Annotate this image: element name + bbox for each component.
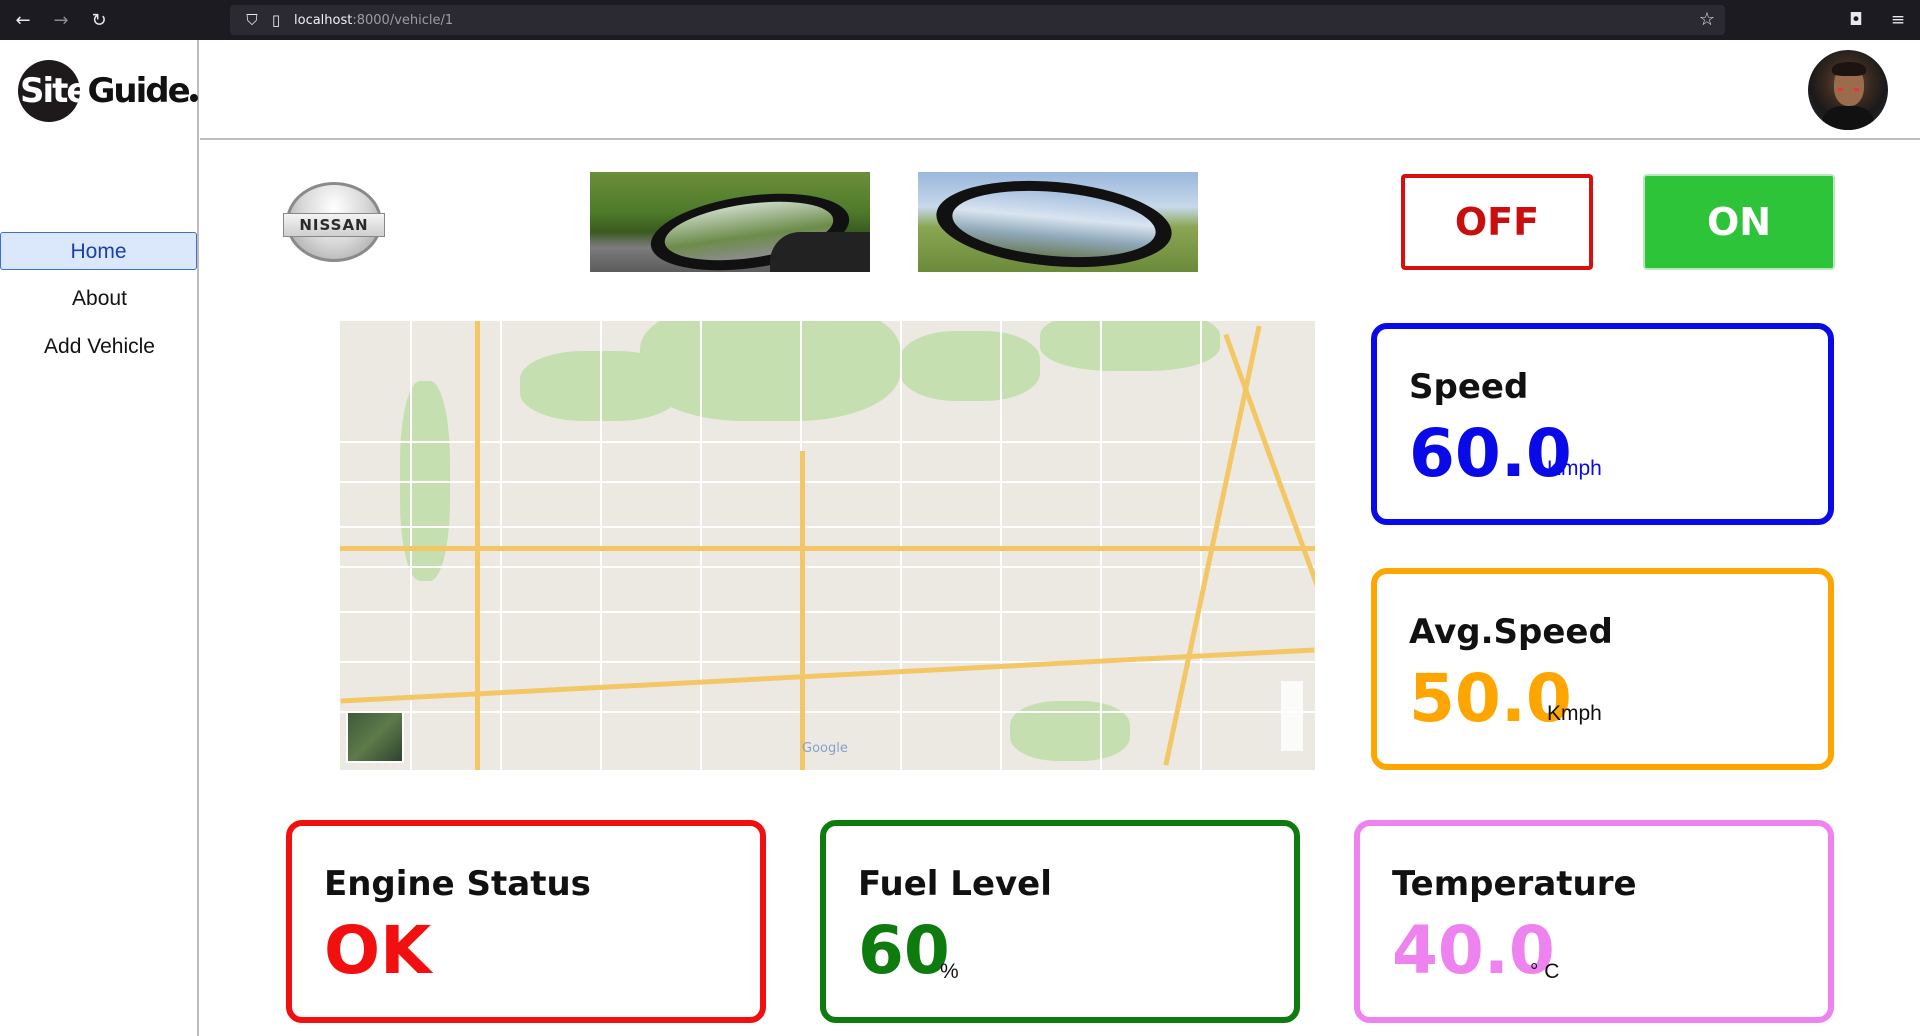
- engine-status-value: OK: [324, 912, 432, 989]
- pocket-icon[interactable]: ◘: [1844, 5, 1868, 35]
- fuel-level-unit: %: [940, 960, 959, 983]
- browser-toolbar: ← → ↻ ⛉ ▯ localhost:8000/vehicle/1 ☆ ◘ ≡: [0, 0, 1920, 40]
- right-mirror-camera-image: [918, 172, 1198, 272]
- sidebar-item-add-vehicle[interactable]: Add Vehicle: [0, 328, 199, 366]
- temperature-card: Temperature 40.0 ° C: [1354, 820, 1834, 1023]
- fuel-level-card: Fuel Level 60 %: [820, 820, 1300, 1023]
- sidebar-item-home[interactable]: Home: [0, 232, 197, 270]
- menu-icon[interactable]: ≡: [1886, 5, 1910, 35]
- reload-icon[interactable]: ↻: [84, 5, 114, 35]
- engine-status-title: Engine Status: [324, 864, 591, 904]
- map-attribution: Google: [802, 741, 848, 756]
- fuel-level-title: Fuel Level: [858, 864, 1052, 904]
- nissan-logo: NISSAN: [283, 182, 385, 262]
- avg-speed-title: Avg.Speed: [1409, 612, 1613, 652]
- page-icon[interactable]: ▯: [264, 11, 288, 29]
- top-header: [200, 40, 1920, 140]
- temperature-title: Temperature: [1392, 864, 1637, 904]
- logo-part1: Site: [20, 71, 89, 111]
- avg-speed-card: Avg.Speed 50.0 Kmph: [1371, 568, 1834, 770]
- temperature-unit: ° C: [1530, 960, 1560, 983]
- speed-title: Speed: [1409, 367, 1529, 407]
- back-icon[interactable]: ←: [8, 5, 38, 35]
- sidebar: SiteGuide Home About Add Vehicle: [0, 40, 199, 1036]
- user-avatar[interactable]: [1808, 50, 1888, 130]
- sidebar-item-about[interactable]: About: [0, 280, 199, 318]
- logo-circle: SiteGuide: [18, 60, 198, 122]
- speed-unit: Kmph: [1547, 457, 1602, 480]
- left-mirror-camera-image: [590, 172, 870, 272]
- address-bar[interactable]: ⛉ ▯ localhost:8000/vehicle/1 ☆: [230, 5, 1725, 35]
- logo-part2: Guide: [87, 71, 190, 111]
- avg-speed-unit: Kmph: [1547, 702, 1602, 725]
- engine-status-card: Engine Status OK: [286, 820, 766, 1023]
- sidebar-nav: Home About Add Vehicle: [0, 232, 199, 376]
- site-logo[interactable]: SiteGuide: [18, 60, 198, 122]
- satellite-view-thumbnail[interactable]: [346, 711, 404, 763]
- url-host: localhost: [294, 12, 353, 28]
- url-path: :8000/vehicle/1: [352, 12, 454, 28]
- speed-card: Speed 60.0 Kmph: [1371, 323, 1834, 525]
- vehicle-location-map[interactable]: Google: [340, 321, 1315, 770]
- on-button[interactable]: ON: [1643, 174, 1835, 270]
- brand-name: NISSAN: [299, 216, 369, 234]
- forward-icon[interactable]: →: [46, 5, 76, 35]
- off-button[interactable]: OFF: [1401, 174, 1593, 270]
- bookmark-star-icon[interactable]: ☆: [1699, 9, 1715, 30]
- map-zoom-control[interactable]: [1281, 681, 1303, 751]
- fuel-level-value: 60: [858, 912, 950, 989]
- shield-icon[interactable]: ⛉: [240, 11, 264, 29]
